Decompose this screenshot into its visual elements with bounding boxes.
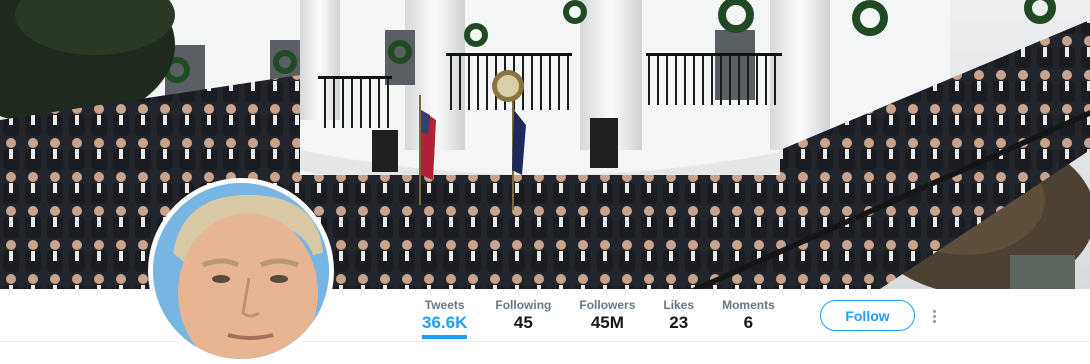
stat-value: 6 bbox=[743, 313, 754, 332]
more-dot bbox=[932, 314, 936, 318]
stat-value: 45 bbox=[513, 313, 533, 332]
stat-value: 36.6K bbox=[422, 313, 468, 332]
stat-followers[interactable]: Followers 45M bbox=[565, 297, 649, 341]
avatar-face-art bbox=[153, 183, 329, 359]
profile-avatar[interactable] bbox=[148, 178, 334, 364]
stat-likes[interactable]: Likes 23 bbox=[649, 297, 708, 341]
more-dot bbox=[932, 319, 936, 323]
stat-value: 23 bbox=[669, 313, 689, 332]
stat-label: Tweets bbox=[424, 298, 465, 312]
more-vertical-icon[interactable] bbox=[926, 304, 942, 328]
stat-label: Moments bbox=[722, 298, 775, 312]
stat-following[interactable]: Following 45 bbox=[481, 297, 565, 341]
stat-label: Following bbox=[495, 298, 552, 312]
follow-button[interactable]: Follow bbox=[820, 300, 915, 331]
stat-label: Followers bbox=[579, 298, 636, 312]
stat-label: Likes bbox=[663, 298, 695, 312]
stat-tweets[interactable]: Tweets 36.6K bbox=[408, 297, 481, 341]
stat-value: 45M bbox=[590, 313, 624, 332]
profile-stats: Tweets 36.6K Following 45 Followers 45M … bbox=[408, 297, 789, 341]
more-dot bbox=[932, 309, 936, 313]
stat-moments[interactable]: Moments 6 bbox=[708, 297, 789, 341]
